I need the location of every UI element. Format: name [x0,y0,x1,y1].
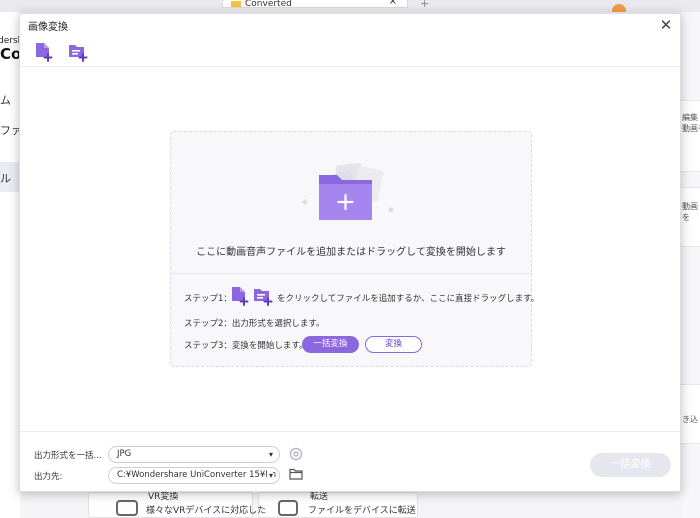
sidebar-item: ル [0,172,11,185]
avatar [612,4,626,12]
background-card [681,100,700,172]
convert-button-inline[interactable]: 変換 [365,336,422,353]
settings-icon[interactable] [289,447,303,461]
toolbar-divider [20,66,680,67]
step1-prefix: ステップ1： [184,294,232,304]
step2-text: ステップ2：出力形式を選択します。 [184,319,325,329]
output-path-label: 出力先: [34,472,63,482]
transfer-icon [278,500,298,516]
background-card-text: 編集 [682,113,698,122]
add-file-icon [36,43,53,62]
add-folder-icon [69,45,88,62]
chevron-down-icon: ▾ [268,450,273,459]
background-card-text: を [682,213,690,222]
step1-add-file-button[interactable] [230,286,250,306]
open-folder-icon[interactable] [289,468,303,480]
dialog-title: 画像変換 [28,22,68,33]
close-button[interactable]: ✕ [658,17,674,33]
add-folder-icon [254,289,273,306]
background-card-text: き込 [682,415,698,424]
output-format-select[interactable]: JPG ▾ [108,446,280,463]
background-tab-title: Converted [245,0,292,8]
output-path-value: C:¥Wondershare UniConverter 15¥Im [117,470,277,480]
drop-zone[interactable]: ここに動画音声ファイルを追加またはドラッグして変換を開始します ステップ1： を… [170,131,539,367]
folder-icon [231,1,241,7]
background-card-text: 動画を [682,124,700,133]
add-folder-button[interactable] [68,42,88,62]
drop-message: ここに動画音声ファイルを追加またはドラッグして変換を開始します [196,247,506,258]
output-format-label: 出力形式を一括... [34,451,102,461]
add-file-button[interactable] [34,42,54,62]
background-sidebar [0,12,20,518]
vr-convert-desc: 様々なVRデバイスに対応した [146,506,267,516]
sidebar-item: ム [0,94,11,107]
output-path-select[interactable]: C:¥Wondershare UniConverter 15¥Im ▾ [108,467,280,484]
background-right-panel [681,12,700,518]
close-icon: × [388,0,397,7]
convert-all-button-inline[interactable]: 一括変換 [302,336,359,353]
background-tool-cards: VR変換 様々なVRデバイスに対応した 転送 ファイルをデバイスに転送 [88,492,418,518]
transfer-desc: ファイルをデバイスに転送 [308,506,416,516]
output-format-value: JPG [117,449,132,459]
convert-all-button[interactable]: 一括変換 [590,453,671,477]
add-folder-illustration-icon [302,163,394,220]
drop-divider [171,273,531,274]
chevron-down-icon: ▾ [266,468,273,483]
step3-text: ステップ3：変換を開始します。 [184,341,308,351]
image-convert-dialog: 画像変換 ✕ ここに動画音声ファイルを追加またはドラッグして変換を開始します ス… [19,13,681,492]
background-card-text: 動画 [682,202,698,211]
background-tab: Converted × [222,0,408,8]
add-file-icon [232,287,249,306]
step1-text: をクリックしてファイルを追加するか、ここに直接ドラッグします。 [277,294,540,304]
plus-icon: + [420,0,430,10]
footer-divider [20,431,680,432]
step1-add-folder-button[interactable] [253,286,273,306]
vr-headset-icon [116,500,138,516]
